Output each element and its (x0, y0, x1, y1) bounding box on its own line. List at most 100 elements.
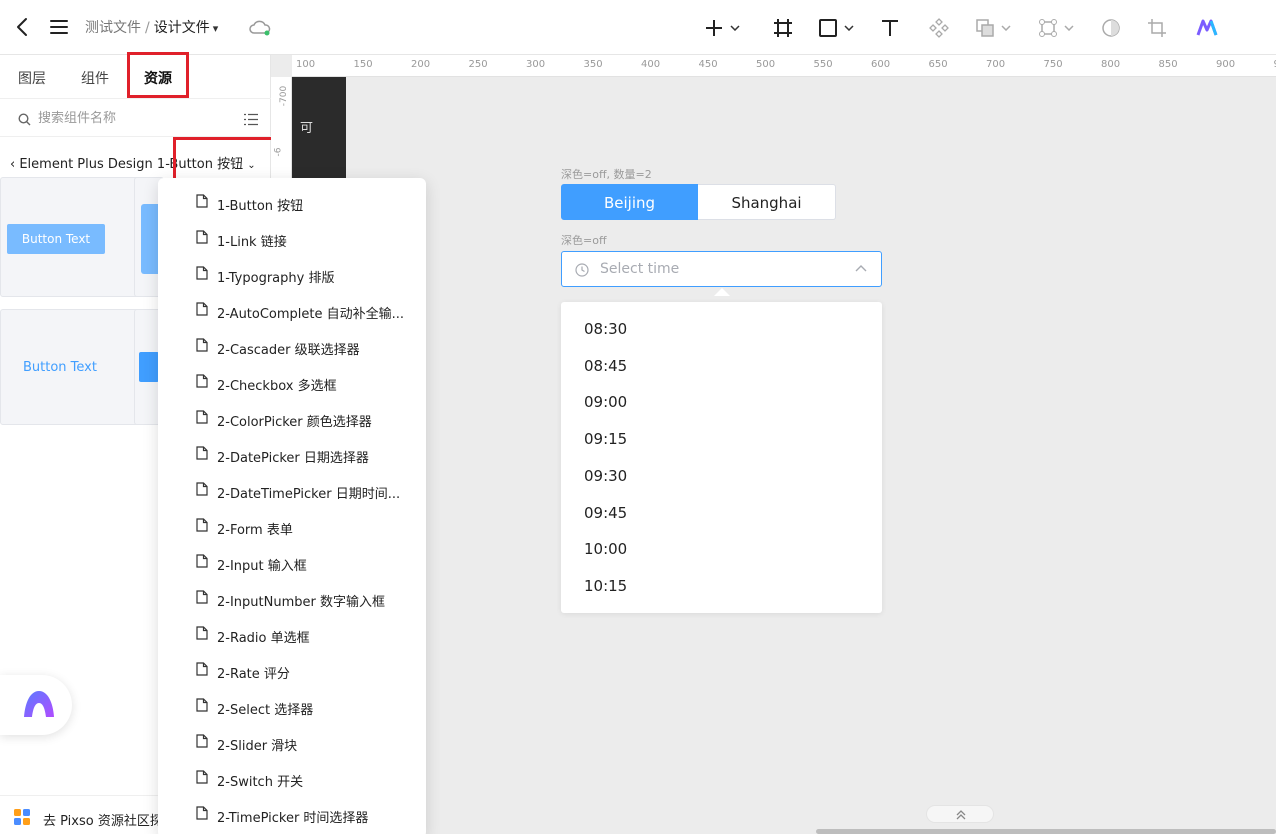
dropdown-item[interactable]: 2-DateTimePicker 日期时间... (158, 470, 426, 506)
document-icon (196, 266, 208, 280)
segmented-caption: 深色=off, 数量=2 (561, 168, 652, 181)
panel-tabs: 图层 组件 资源 (0, 52, 271, 99)
dropdown-item[interactable]: 2-DatePicker 日期选择器 (158, 434, 426, 470)
dropdown-item[interactable]: 2-Input 输入框 (158, 542, 426, 578)
component-tool[interactable] (929, 14, 949, 42)
collapse-panel-button[interactable] (926, 805, 994, 823)
ruler-tick: 100 (296, 59, 316, 70)
dropdown-item-label: 2-Slider 滑块 (217, 739, 298, 754)
dropdown-item[interactable]: 2-Switch 开关 (158, 758, 426, 794)
ai-tool[interactable] (1196, 14, 1218, 42)
component-card[interactable]: Button Text (0, 309, 145, 425)
time-option[interactable]: 09:15 (584, 430, 627, 448)
dropdown-item[interactable]: 2-TimePicker 时间选择器 (158, 794, 426, 830)
dropdown-item[interactable]: 1-Typography 排版 (158, 254, 426, 290)
ruler-tick: 600 (871, 59, 891, 70)
document-icon (196, 518, 208, 532)
dropdown-item[interactable]: 1-Button 按钮 (158, 182, 426, 218)
dropdown-item-label: 2-Switch 开关 (217, 775, 304, 790)
community-link-label: 去 Pixso 资源社区探 (43, 814, 163, 829)
double-chevron-up-icon (956, 810, 966, 820)
time-option[interactable]: 09:45 (584, 504, 627, 522)
crop-tool[interactable] (1147, 14, 1167, 42)
time-picker-placeholder: Select time (600, 261, 680, 277)
ai-assistant-icon (24, 691, 54, 717)
dropdown-item[interactable]: 2-ColorPicker 颜色选择器 (158, 398, 426, 434)
component-preview (139, 352, 159, 382)
segment-option-shanghai[interactable]: Shanghai (698, 184, 836, 220)
chevron-down-icon[interactable] (730, 25, 740, 31)
chevron-down-icon[interactable] (844, 25, 854, 31)
segment-option-beijing[interactable]: Beijing (561, 184, 698, 220)
dropdown-item[interactable]: 2-Select 选择器 (158, 686, 426, 722)
document-icon (196, 374, 208, 388)
mask-tool[interactable] (1101, 14, 1121, 42)
list-view-icon[interactable] (244, 111, 258, 130)
cloud-sync-icon[interactable] (248, 18, 272, 38)
time-option[interactable]: 08:30 (584, 320, 627, 338)
ruler-tick: 500 (756, 59, 776, 70)
dropdown-item[interactable]: 2-Rate 评分 (158, 650, 426, 686)
dropdown-item[interactable]: 1-Link 链接 (158, 218, 426, 254)
chevron-up-icon[interactable] (855, 264, 867, 272)
component-preview-button: Button Text (7, 224, 105, 254)
document-icon (196, 194, 208, 208)
dropdown-item-label: 2-AutoComplete 自动补全输... (217, 307, 405, 322)
chevron-down-icon[interactable] (1001, 25, 1011, 31)
dropdown-item[interactable]: 2-AutoComplete 自动补全输... (158, 290, 426, 326)
search-input[interactable] (38, 108, 228, 128)
text-tool[interactable] (880, 14, 900, 42)
dropdown-item-label: 2-Form 表单 (217, 523, 293, 538)
text-tool-icon (882, 20, 898, 36)
hamburger-menu-icon[interactable] (48, 15, 70, 39)
library-name[interactable]: Element Plus Design (19, 157, 152, 172)
add-tool[interactable] (704, 14, 740, 42)
component-card[interactable]: Button Text (0, 177, 145, 297)
ai-logo-icon (1196, 19, 1218, 36)
back-arrow-icon[interactable] (12, 15, 34, 39)
frame-tool[interactable] (773, 14, 793, 42)
chevron-down-icon[interactable] (1064, 25, 1074, 31)
time-picker-input[interactable]: Select time (561, 251, 882, 287)
chevron-down-icon[interactable]: ▾ (213, 22, 219, 35)
document-icon (196, 302, 208, 316)
top-toolbar: 测试文件 / 设计文件 ▾ (0, 0, 1276, 55)
dropdown-item-label: 2-DateTimePicker 日期时间... (217, 487, 401, 502)
document-icon (196, 554, 208, 568)
ruler-tick: 650 (928, 59, 948, 70)
time-option[interactable]: 10:00 (584, 540, 627, 558)
ruler-tick: 800 (1101, 59, 1121, 70)
time-option[interactable]: 08:45 (584, 357, 627, 375)
community-link[interactable]: 去 Pixso 资源社区探 (0, 795, 163, 834)
dropdown-item[interactable]: 2-InputNumber 数字输入框 (158, 578, 426, 614)
dropdown-item[interactable]: 2-Slider 滑块 (158, 722, 426, 758)
dropdown-item-label: 2-Radio 单选框 (217, 631, 310, 646)
timepicker-caption: 深色=off (561, 234, 607, 247)
tab-layers[interactable]: 图层 (18, 68, 46, 88)
document-icon (196, 410, 208, 424)
ruler-tick: 550 (813, 59, 833, 70)
time-option[interactable]: 09:00 (584, 393, 627, 411)
dropdown-item[interactable]: 2-Checkbox 多选框 (158, 362, 426, 398)
time-option[interactable]: 10:15 (584, 577, 627, 595)
rectangle-icon (819, 19, 837, 37)
chevron-left-icon[interactable]: ‹ (10, 157, 15, 172)
time-option[interactable]: 09:30 (584, 467, 627, 485)
crop-icon (1148, 19, 1166, 37)
shape-tool[interactable] (818, 14, 854, 42)
breadcrumb-parent[interactable]: 测试文件 (85, 20, 141, 36)
segmented-control[interactable]: Beijing Shanghai (561, 184, 836, 220)
horizontal-ruler: 100 150 200 250 300 350 400 450 500 550 600 650 700 7… (292, 55, 1276, 77)
vector-tool[interactable] (1038, 14, 1074, 42)
dropdown-item[interactable]: 2-Cascader 级联选择器 (158, 326, 426, 362)
dropdown-item[interactable]: 2-Radio 单选框 (158, 614, 426, 650)
breadcrumb-current[interactable]: 设计文件 (154, 20, 210, 36)
tab-components[interactable]: 组件 (81, 68, 109, 88)
plus-icon (706, 20, 722, 36)
dropdown-item[interactable]: 2-Form 表单 (158, 506, 426, 542)
ai-assistant-button[interactable] (0, 675, 72, 735)
horizontal-scrollbar[interactable] (816, 829, 1276, 834)
vector-icon (1039, 19, 1057, 37)
component-preview-text-button: Button Text (23, 360, 97, 375)
boolean-tool[interactable] (975, 14, 1011, 42)
